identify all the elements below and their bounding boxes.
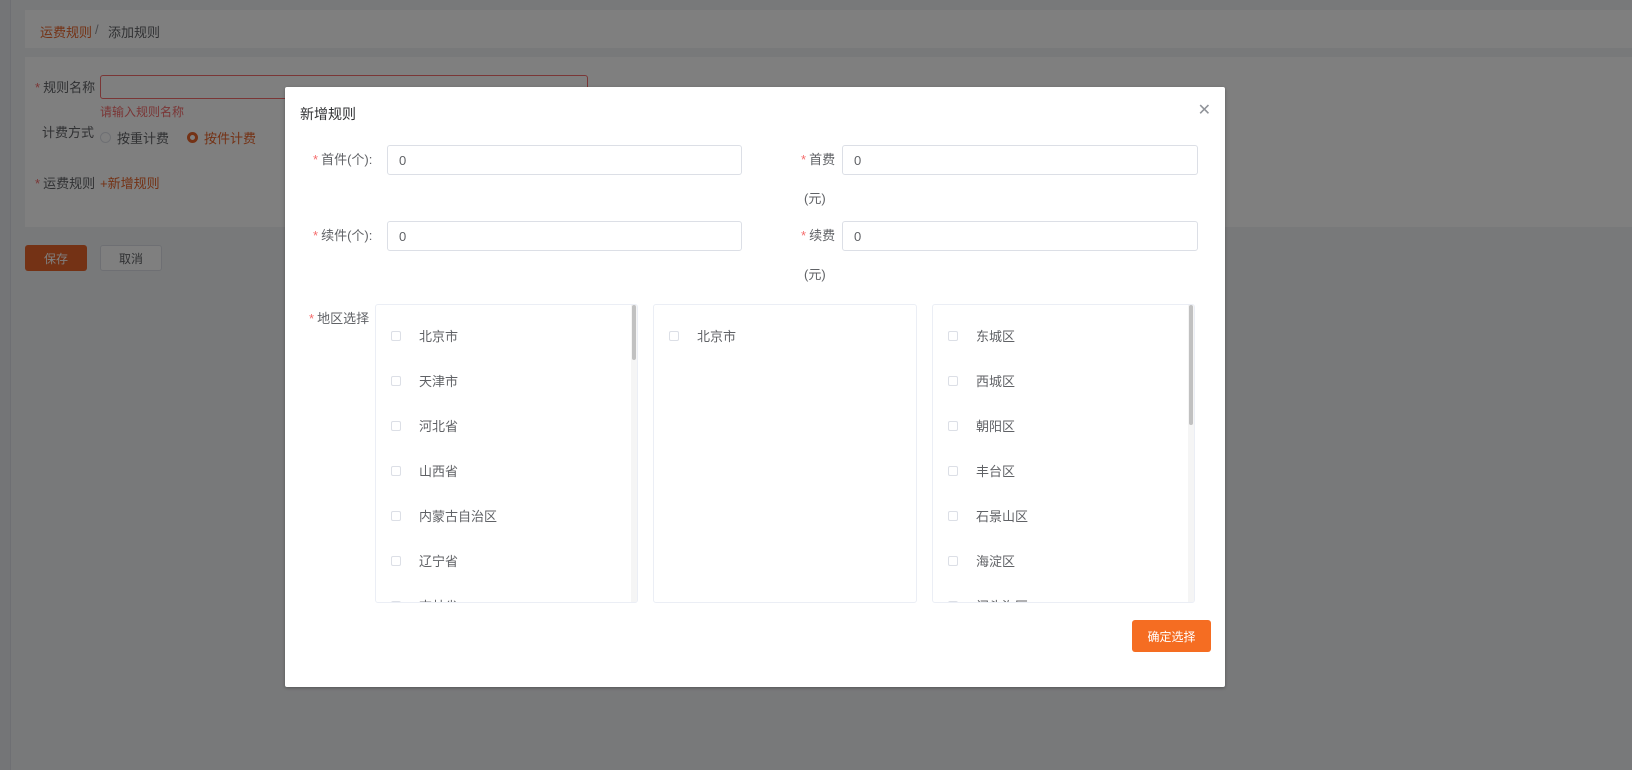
district-item[interactable]: 海淀区 bbox=[933, 538, 1194, 583]
district-item[interactable]: 东城区 bbox=[933, 313, 1194, 358]
district-item-label: 朝阳区 bbox=[976, 419, 1016, 434]
checkbox[interactable] bbox=[391, 420, 401, 431]
province-list: 北京市天津市河北省山西省内蒙古自治区辽宁省吉林省 bbox=[376, 305, 637, 602]
checkbox[interactable] bbox=[391, 465, 401, 476]
checkbox[interactable] bbox=[948, 465, 958, 476]
extra-count-label: * 续件(个): bbox=[313, 228, 373, 243]
district-item-label: 门头沟区 bbox=[976, 596, 1028, 602]
checkbox[interactable] bbox=[391, 375, 401, 386]
extra-fee-unit: (元) bbox=[804, 267, 826, 282]
checkbox[interactable] bbox=[948, 375, 958, 386]
first-count-input[interactable] bbox=[387, 145, 742, 175]
first-fee-unit: (元) bbox=[804, 191, 826, 206]
province-item[interactable]: 河北省 bbox=[376, 403, 637, 448]
city-item-label: 北京市 bbox=[697, 329, 737, 344]
scrollbar[interactable] bbox=[631, 305, 637, 602]
checkbox[interactable] bbox=[391, 600, 401, 602]
city-item[interactable]: 北京市 bbox=[654, 313, 916, 358]
checkbox[interactable] bbox=[948, 420, 958, 431]
extra-fee-input[interactable] bbox=[842, 221, 1198, 251]
scrollbar-thumb[interactable] bbox=[1189, 305, 1193, 425]
province-item-label: 辽宁省 bbox=[419, 554, 459, 569]
province-item-label: 天津市 bbox=[419, 374, 459, 389]
city-list: 北京市 bbox=[654, 305, 916, 358]
checkbox[interactable] bbox=[391, 555, 401, 566]
extra-count-input[interactable] bbox=[387, 221, 742, 251]
region-label: * 地区选择 bbox=[309, 311, 370, 326]
district-item[interactable]: 门头沟区 bbox=[933, 583, 1194, 602]
close-icon[interactable]: ✕ bbox=[1198, 100, 1211, 120]
province-item-label: 吉林省 bbox=[419, 596, 458, 602]
district-list: 东城区西城区朝阳区丰台区石景山区海淀区门头沟区 bbox=[933, 305, 1194, 602]
extra-fee-label: * 续费 bbox=[801, 228, 836, 243]
dialog-title: 新增规则 bbox=[300, 106, 356, 122]
first-count-label: * 首件(个): bbox=[313, 152, 373, 167]
province-item[interactable]: 天津市 bbox=[376, 358, 637, 403]
district-item[interactable]: 朝阳区 bbox=[933, 403, 1194, 448]
add-rule-dialog: 新增规则 ✕ *首件(个): *首费 (元) *续件(个): *续费 (元) *… bbox=[285, 87, 1225, 687]
checkbox[interactable] bbox=[391, 330, 401, 341]
province-item-label: 内蒙古自治区 bbox=[419, 509, 498, 524]
city-panel[interactable]: 北京市 bbox=[653, 304, 917, 603]
province-item[interactable]: 山西省 bbox=[376, 448, 637, 493]
district-item[interactable]: 石景山区 bbox=[933, 493, 1194, 538]
first-fee-input[interactable] bbox=[842, 145, 1198, 175]
province-item[interactable]: 北京市 bbox=[376, 313, 637, 358]
province-item-label: 河北省 bbox=[419, 419, 459, 434]
checkbox[interactable] bbox=[948, 510, 958, 521]
checkbox[interactable] bbox=[391, 510, 401, 521]
scrollbar-thumb[interactable] bbox=[632, 305, 636, 360]
checkbox[interactable] bbox=[669, 330, 679, 341]
checkbox[interactable] bbox=[948, 555, 958, 566]
checkbox[interactable] bbox=[948, 600, 958, 602]
district-item[interactable]: 丰台区 bbox=[933, 448, 1194, 493]
province-item-label: 北京市 bbox=[419, 329, 459, 344]
district-item-label: 石景山区 bbox=[976, 509, 1029, 524]
province-item-label: 山西省 bbox=[419, 464, 459, 479]
province-item[interactable]: 吉林省 bbox=[376, 583, 637, 602]
province-panel[interactable]: 北京市天津市河北省山西省内蒙古自治区辽宁省吉林省 bbox=[375, 304, 638, 603]
district-item-label: 西城区 bbox=[976, 374, 1016, 389]
province-item[interactable]: 辽宁省 bbox=[376, 538, 637, 583]
checkbox[interactable] bbox=[948, 330, 958, 341]
district-item-label: 海淀区 bbox=[976, 554, 1016, 569]
confirm-selection-button[interactable]: 确定选择 bbox=[1132, 620, 1211, 652]
page: 运费规则 / 添加规则 *规则名称 请输入规则名称 计费方式 按重计费 按件计费… bbox=[0, 0, 1632, 770]
scrollbar[interactable] bbox=[1188, 305, 1194, 602]
first-fee-label: * 首费 bbox=[801, 152, 836, 167]
district-item-label: 东城区 bbox=[976, 329, 1016, 344]
district-item[interactable]: 西城区 bbox=[933, 358, 1194, 403]
district-panel[interactable]: 东城区西城区朝阳区丰台区石景山区海淀区门头沟区 bbox=[932, 304, 1195, 603]
province-item[interactable]: 内蒙古自治区 bbox=[376, 493, 637, 538]
district-item-label: 丰台区 bbox=[976, 464, 1016, 479]
